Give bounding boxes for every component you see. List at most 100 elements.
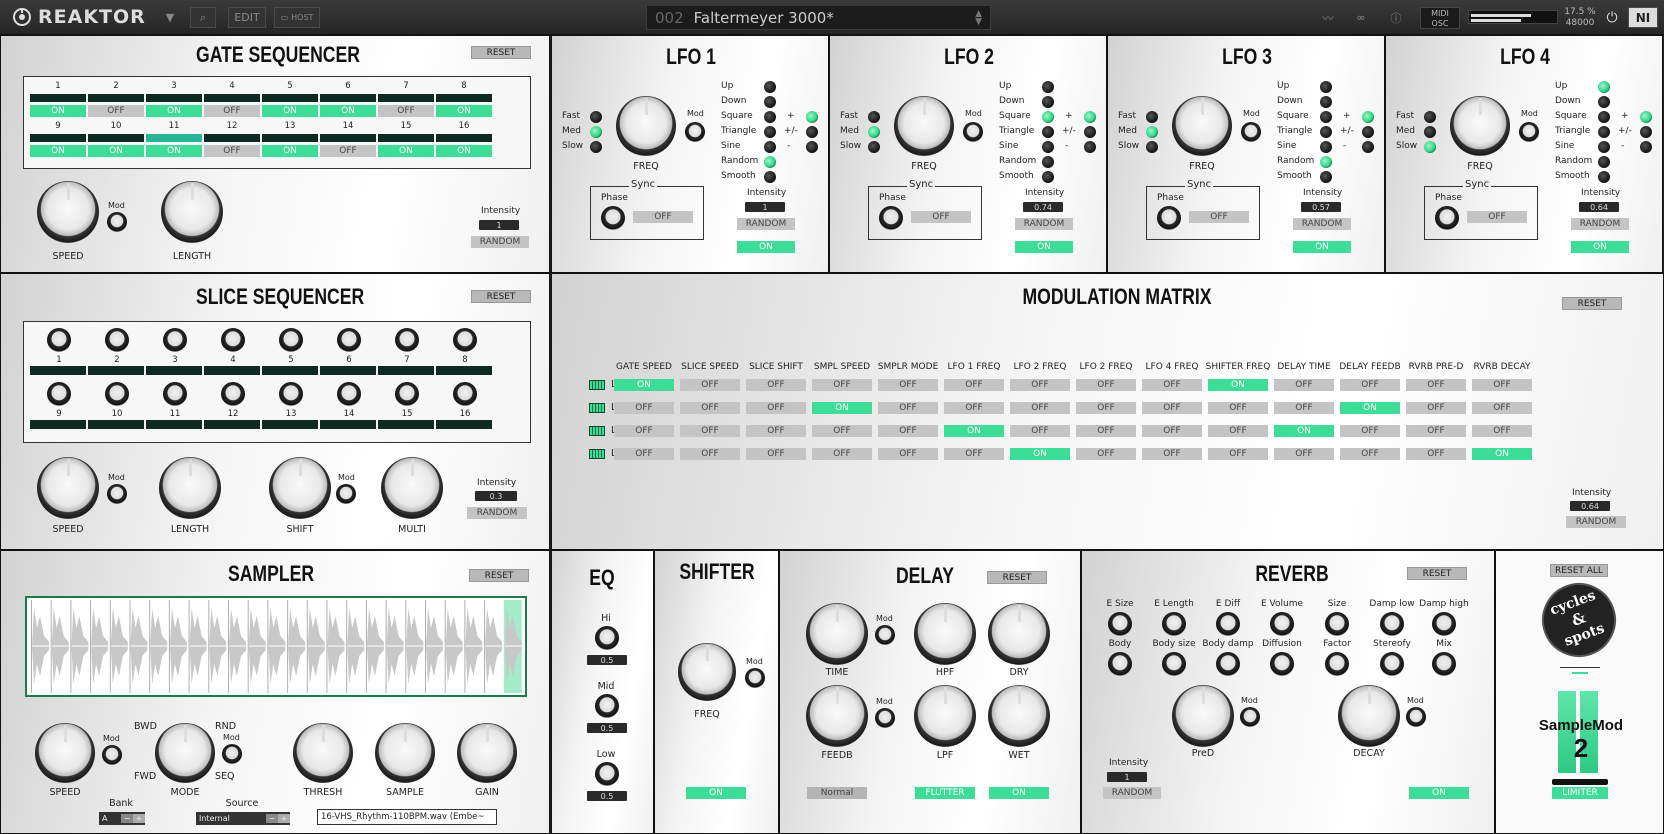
- matrix-cell-toggle[interactable]: OFF: [614, 425, 674, 437]
- lfo-shape-led[interactable]: [1598, 96, 1610, 108]
- matrix-cell-toggle[interactable]: OFF: [1076, 448, 1136, 460]
- lfo-shape-led[interactable]: [1042, 111, 1054, 123]
- gate-reset-button[interactable]: RESET: [471, 46, 531, 59]
- slice-step-knob[interactable]: [395, 328, 419, 352]
- lfo-3-sync-button[interactable]: OFF: [1189, 211, 1249, 223]
- slice-step-knob[interactable]: [221, 328, 245, 352]
- matrix-cell-toggle[interactable]: OFF: [944, 402, 1004, 414]
- lfo-2-on-button[interactable]: ON: [1015, 241, 1073, 253]
- eq-mid-knob[interactable]: [595, 694, 619, 718]
- lfo-4-on-button[interactable]: ON: [1571, 241, 1629, 253]
- matrix-cell-toggle[interactable]: OFF: [680, 448, 740, 460]
- slice-step-knob[interactable]: [453, 328, 477, 352]
- slice-step-knob[interactable]: [279, 382, 303, 406]
- lfo-shape-led[interactable]: [1598, 156, 1610, 168]
- matrix-row-indicator[interactable]: [589, 426, 605, 436]
- lfo-polarity-led[interactable]: [806, 141, 818, 153]
- lfo-shape-led[interactable]: [1042, 141, 1054, 153]
- reverb-random-button[interactable]: RANDOM: [1103, 787, 1161, 799]
- lfo-shape-led[interactable]: [1598, 81, 1610, 93]
- lfo-shape-led[interactable]: [1320, 111, 1332, 123]
- matrix-cell-toggle[interactable]: ON: [1010, 448, 1070, 460]
- delay-feedb-mod-knob[interactable]: [875, 708, 895, 728]
- reverb-top-knob[interactable]: [1432, 612, 1456, 636]
- matrix-intensity-value[interactable]: 0.64: [1570, 501, 1610, 511]
- matrix-cell-toggle[interactable]: OFF: [1274, 402, 1334, 414]
- matrix-cell-toggle[interactable]: OFF: [680, 379, 740, 391]
- gate-intensity-value[interactable]: 1: [479, 220, 519, 230]
- matrix-cell-toggle[interactable]: OFF: [1406, 448, 1466, 460]
- reverb-bottom-knob[interactable]: [1108, 652, 1132, 676]
- lfo-1-intensity-value[interactable]: 1: [745, 202, 785, 212]
- sampler-gain-knob[interactable]: [457, 723, 517, 783]
- gate-step-toggle[interactable]: ON: [88, 145, 144, 157]
- lfo-2-mod-knob[interactable]: [963, 122, 983, 142]
- gate-step-toggle[interactable]: OFF: [88, 105, 144, 117]
- lfo-shape-led[interactable]: [1042, 171, 1054, 183]
- reaktor-logo[interactable]: REAKTOR ▼: [12, 6, 175, 28]
- shifter-freq-knob[interactable]: [678, 643, 736, 701]
- lfo-shape-led[interactable]: [764, 111, 776, 123]
- matrix-row-indicator[interactable]: [589, 380, 605, 390]
- matrix-cell-toggle[interactable]: OFF: [1010, 425, 1070, 437]
- lfo-shape-led[interactable]: [1320, 156, 1332, 168]
- reverb-decay-mod-knob[interactable]: [1406, 707, 1426, 727]
- matrix-cell-toggle[interactable]: OFF: [1010, 379, 1070, 391]
- eq-mid-value[interactable]: 0.5: [587, 723, 627, 733]
- reverb-bottom-knob[interactable]: [1380, 652, 1404, 676]
- sampler-mode-mod-knob[interactable]: [222, 744, 242, 764]
- matrix-cell-toggle[interactable]: OFF: [1472, 379, 1532, 391]
- gate-step-toggle[interactable]: ON: [30, 105, 86, 117]
- lfo-rate-led[interactable]: [868, 141, 880, 153]
- reverb-bottom-knob[interactable]: [1325, 652, 1349, 676]
- search-button[interactable]: ⌕: [190, 7, 216, 28]
- reverb-reset-button[interactable]: RESET: [1407, 567, 1467, 580]
- matrix-cell-toggle[interactable]: OFF: [746, 379, 806, 391]
- gate-speed-knob[interactable]: [37, 181, 99, 243]
- lfo-3-intensity-value[interactable]: 0.57: [1301, 202, 1341, 212]
- lfo-rate-led[interactable]: [868, 111, 880, 123]
- delay-time-knob[interactable]: [806, 603, 868, 665]
- ni-logo[interactable]: NI: [1628, 7, 1658, 28]
- sampler-speed-knob[interactable]: [35, 723, 95, 783]
- lfo-1-mod-knob[interactable]: [685, 122, 705, 142]
- lfo-1-sync-button[interactable]: OFF: [633, 211, 693, 223]
- reverb-top-knob[interactable]: [1216, 612, 1240, 636]
- limiter-button[interactable]: LIMITER: [1552, 787, 1608, 799]
- slice-intensity-value[interactable]: 0.3: [475, 491, 517, 501]
- delay-lpf-knob[interactable]: [914, 685, 976, 747]
- reverb-intensity-value[interactable]: 1: [1107, 772, 1147, 782]
- lfo-polarity-led[interactable]: [1640, 141, 1652, 153]
- matrix-cell-toggle[interactable]: OFF: [614, 448, 674, 460]
- lfo-2-sync-button[interactable]: OFF: [911, 211, 971, 223]
- lfo-polarity-led[interactable]: [1362, 141, 1374, 153]
- matrix-cell-toggle[interactable]: OFF: [1142, 425, 1202, 437]
- lfo-shape-led[interactable]: [1320, 96, 1332, 108]
- matrix-cell-toggle[interactable]: OFF: [812, 425, 872, 437]
- matrix-cell-toggle[interactable]: OFF: [1406, 402, 1466, 414]
- lfo-4-sync-button[interactable]: OFF: [1467, 211, 1527, 223]
- matrix-cell-toggle[interactable]: OFF: [878, 425, 938, 437]
- slice-step-knob[interactable]: [163, 328, 187, 352]
- matrix-cell-toggle[interactable]: OFF: [1076, 425, 1136, 437]
- matrix-cell-toggle[interactable]: OFF: [1472, 425, 1532, 437]
- reverb-top-knob[interactable]: [1270, 612, 1294, 636]
- lfo-polarity-led[interactable]: [1640, 126, 1652, 138]
- host-button[interactable]: ▭ HOST: [274, 7, 320, 28]
- delay-mode-button[interactable]: Normal: [807, 787, 867, 799]
- lfo-rate-led[interactable]: [1424, 141, 1436, 153]
- matrix-reset-button[interactable]: RESET: [1562, 297, 1622, 310]
- gate-step-toggle[interactable]: ON: [146, 145, 202, 157]
- reverb-top-knob[interactable]: [1325, 612, 1349, 636]
- reverb-bottom-knob[interactable]: [1270, 652, 1294, 676]
- slice-step-knob[interactable]: [337, 382, 361, 406]
- matrix-row-indicator[interactable]: [589, 403, 605, 413]
- audio-button[interactable]: 〰: [1314, 7, 1342, 28]
- delay-time-mod-knob[interactable]: [875, 625, 895, 645]
- shifter-mod-knob[interactable]: [745, 668, 765, 688]
- lfo-rate-led[interactable]: [1424, 111, 1436, 123]
- power-button[interactable]: ⏻: [1600, 7, 1624, 28]
- lfo-4-phase-knob[interactable]: [1435, 206, 1459, 230]
- bank-plus-button[interactable]: +: [133, 814, 145, 823]
- matrix-cell-toggle[interactable]: ON: [944, 425, 1004, 437]
